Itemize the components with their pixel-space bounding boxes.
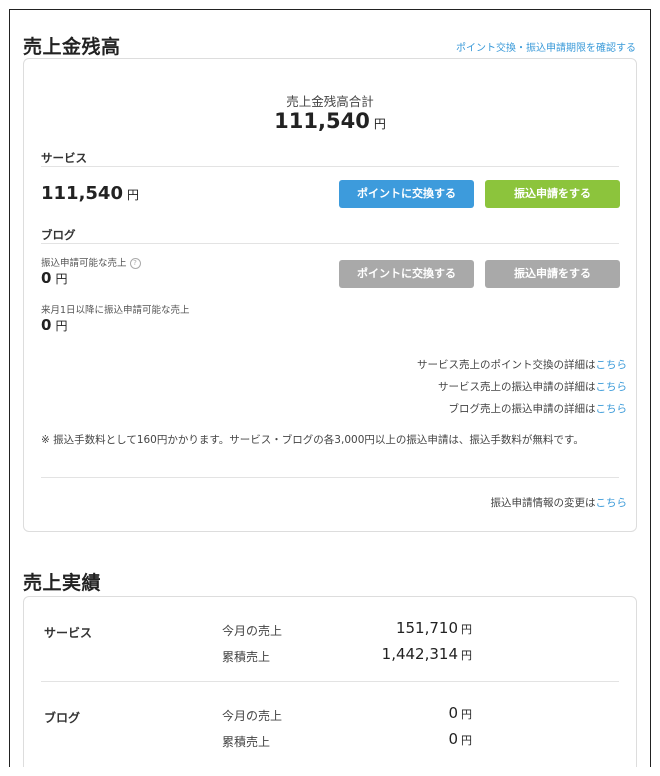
balance-card: 売上金残高合計 111,540 円 サービス 111,540 円 ポイントに交換する… <box>23 58 637 532</box>
transfer-info-change-text: 振込申請情報の変更は <box>490 497 596 509</box>
blog-exchange-points-button-disabled: ポイントに交換する <box>339 260 474 288</box>
blog-transfer-detail-line: ブログ売上の振込申請の詳細はこちら <box>449 401 628 416</box>
divider <box>41 477 619 478</box>
blog-available-value: 0 <box>41 269 52 287</box>
deadline-link[interactable]: ポイント交換・振込申請期限を確認する <box>456 39 636 54</box>
blog-total-sales-label: 累積売上 <box>222 735 271 749</box>
blog-heading: ブログ <box>41 228 76 242</box>
service-exchange-points-button[interactable]: ポイントに交換する <box>339 180 474 208</box>
service-transfer-detail-text: サービス売上の振込申請の詳細は <box>438 381 596 393</box>
service-total-sales-value: 1,442,314 円 <box>382 645 472 663</box>
divider <box>41 243 619 244</box>
service-points-detail-link[interactable]: こちら <box>596 359 628 371</box>
divider <box>41 166 619 167</box>
blog-total-sales-amount: 0 <box>448 730 458 748</box>
divider <box>41 681 619 682</box>
currency-unit: 円 <box>461 649 472 662</box>
sales-section-title: 売上実績 <box>23 572 102 594</box>
service-heading: サービス <box>41 151 87 165</box>
service-total-sales-label: 累積売上 <box>222 650 271 664</box>
service-total-sales-amount: 1,442,314 <box>381 645 458 663</box>
blog-available-label-text: 振込申請可能な売上 <box>41 258 127 269</box>
blog-next-month-amount: 0円 <box>41 316 67 334</box>
service-month-sales-label: 今月の売上 <box>222 624 283 638</box>
blog-next-month-label: 来月1日以降に振込申請可能な売上 <box>41 305 190 316</box>
currency-unit: 円 <box>126 188 139 202</box>
help-icon[interactable]: ? <box>129 258 141 269</box>
currency-unit: 円 <box>461 708 472 721</box>
blog-transfer-detail-text: ブログ売上の振込申請の詳細は <box>448 403 596 415</box>
blog-month-sales-label: 今月の売上 <box>222 709 283 723</box>
transfer-fee-note: ※ 振込手数料として160円かかります。サービス・ブログの各3,000円以上の振… <box>41 434 584 446</box>
blog-available-amount: 0円 <box>41 269 67 287</box>
transfer-info-change-line: 振込申請情報の変更はこちら <box>491 495 628 510</box>
currency-unit: 円 <box>55 272 68 286</box>
currency-unit: 円 <box>461 623 472 636</box>
currency-unit: 円 <box>55 319 68 333</box>
service-transfer-detail-link[interactable]: こちら <box>596 381 628 393</box>
sales-card: サービス 今月の売上 151,710 円 累積売上 1,442,314 円 ブログ … <box>23 596 637 767</box>
currency-unit: 円 <box>373 117 386 131</box>
service-month-sales-value: 151,710 円 <box>396 619 472 637</box>
service-points-detail-text: サービス売上のポイント交換の詳細は <box>417 359 596 371</box>
total-balance-label: 売上金残高合計 <box>286 94 374 109</box>
blog-available-label: 振込申請可能な売上? <box>41 255 141 269</box>
blog-total-sales-value: 0円 <box>448 730 472 748</box>
sales-blog-label: ブログ <box>44 711 81 725</box>
service-month-sales-amount: 151,710 <box>395 619 458 637</box>
balance-section-title: 売上金残高 <box>23 36 121 58</box>
total-balance-value: 111,540 <box>274 109 370 133</box>
blog-month-sales-value: 0円 <box>448 704 472 722</box>
blog-transfer-request-button-disabled: 振込申請をする <box>485 260 620 288</box>
blog-month-sales-amount: 0 <box>448 704 458 722</box>
service-amount-value: 111,540 <box>41 183 123 204</box>
service-transfer-detail-line: サービス売上の振込申請の詳細はこちら <box>438 379 627 394</box>
service-transfer-request-button[interactable]: 振込申請をする <box>485 180 620 208</box>
sales-service-label: サービス <box>44 626 93 640</box>
currency-unit: 円 <box>461 734 472 747</box>
page-frame: 売上金残高 ポイント交換・振込申請期限を確認する 売上金残高合計 111,540… <box>9 9 651 767</box>
service-points-detail-line: サービス売上のポイント交換の詳細はこちら <box>417 357 627 372</box>
total-balance-amount: 111,540 円 <box>24 109 636 133</box>
blog-transfer-detail-link[interactable]: こちら <box>596 403 628 415</box>
blog-next-month-value: 0 <box>41 316 52 334</box>
transfer-info-change-link[interactable]: こちら <box>596 497 628 509</box>
service-amount: 111,540 円 <box>41 183 139 204</box>
